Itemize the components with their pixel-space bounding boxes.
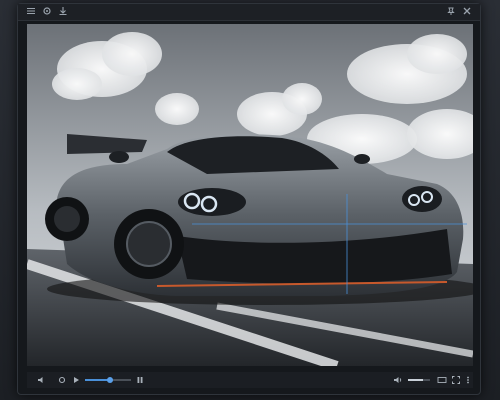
more-icon[interactable] [463, 375, 473, 385]
media-viewer-window [17, 3, 481, 395]
menu-icon[interactable] [26, 6, 36, 16]
download-icon[interactable] [58, 6, 68, 16]
sports-car-image [27, 24, 473, 366]
pause-icon[interactable] [135, 375, 145, 385]
settings-icon[interactable] [57, 375, 67, 385]
playback-controls [27, 372, 473, 388]
progress-handle[interactable] [107, 377, 114, 383]
image-viewport[interactable] [27, 24, 473, 366]
app-frame [0, 0, 500, 400]
caption-icon[interactable] [437, 375, 447, 385]
titlebar [18, 4, 480, 21]
progress-bar[interactable] [85, 377, 131, 383]
close-icon[interactable] [462, 6, 472, 16]
pin-icon[interactable] [446, 6, 456, 16]
play-icon[interactable] [71, 375, 81, 385]
volume-slider[interactable] [408, 379, 430, 381]
speaker-icon[interactable] [393, 375, 403, 385]
volume-fill [408, 379, 424, 381]
volume-icon[interactable] [37, 375, 47, 385]
fullscreen-icon[interactable] [451, 375, 461, 385]
gear-icon[interactable] [42, 6, 52, 16]
